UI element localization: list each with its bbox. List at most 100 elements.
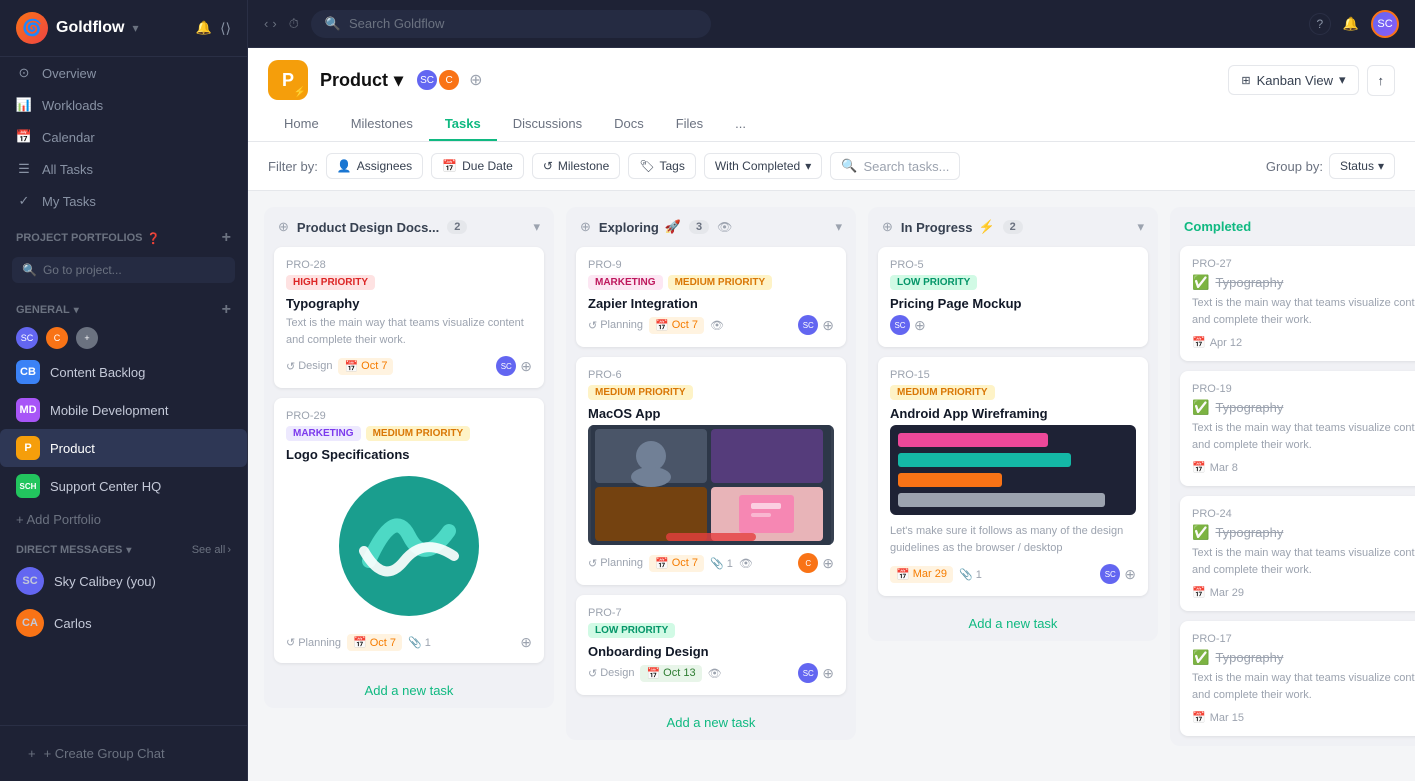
filter-assignees-btn[interactable]: 👤 Assignees bbox=[326, 153, 423, 179]
forward-btn[interactable]: › bbox=[272, 16, 276, 31]
column-completed: Completed PRO-27 ✅ Typography Text is th… bbox=[1170, 207, 1415, 746]
task-chart-pro15 bbox=[890, 425, 1136, 515]
task-card-pro15[interactable]: PRO-15 MEDIUM PRIORITY Android App Wiref… bbox=[878, 357, 1148, 596]
filter-completed-btn[interactable]: With Completed ▾ bbox=[704, 153, 822, 179]
task-card-pro29[interactable]: PRO-29 MARKETING MEDIUM PRIORITY Logo Sp… bbox=[274, 398, 544, 663]
tab-files[interactable]: Files bbox=[660, 108, 719, 141]
add-assignee-pro5[interactable]: ⊕ bbox=[914, 317, 926, 334]
general-avatar-add[interactable]: + bbox=[76, 327, 98, 349]
search-icon: 🔍 bbox=[22, 263, 37, 277]
completed-footer-24: 📅 Mar 29 bbox=[1192, 586, 1415, 599]
overview-icon: ⊙ bbox=[16, 65, 32, 81]
add-task-btn-col2[interactable]: Add a new task bbox=[868, 606, 1158, 641]
footer-avatars-pro9: SC ⊕ bbox=[798, 315, 834, 335]
collapse-icon[interactable]: ⟨⟩ bbox=[220, 20, 231, 37]
task-card-pro7[interactable]: PRO-7 LOW PRIORITY Onboarding Design ↺ D… bbox=[576, 595, 846, 695]
add-assignee-icon[interactable]: ⊕ bbox=[520, 358, 532, 375]
sidebar-item-all-tasks[interactable]: ☰ All Tasks bbox=[0, 153, 247, 185]
tab-tasks[interactable]: Tasks bbox=[429, 108, 497, 141]
sidebar-item-content-backlog[interactable]: CB Content Backlog bbox=[0, 353, 247, 391]
dm-item-sky[interactable]: SC Sky Calibey (you) bbox=[0, 560, 247, 602]
completed-footer-27: 📅 Apr 12 bbox=[1192, 336, 1415, 349]
my-tasks-icon: ✓ bbox=[16, 193, 32, 209]
person-plus-icon-2[interactable]: ⊕ bbox=[580, 219, 591, 235]
completed-card-pro19[interactable]: PRO-19 ✅ Typography Text is the main way… bbox=[1180, 371, 1415, 486]
add-assignee-pro15[interactable]: ⊕ bbox=[1124, 566, 1136, 583]
person-plus-icon-3[interactable]: ⊕ bbox=[882, 219, 893, 235]
person-plus-icon[interactable]: ⊕ bbox=[278, 219, 289, 235]
sidebar-item-calendar[interactable]: 📅 Calendar bbox=[0, 121, 247, 153]
kanban-icon: ⊞ bbox=[1241, 74, 1250, 87]
section-project-portfolios: PROJECT PORTFOLIOS ❓ + bbox=[0, 217, 247, 251]
filter-tags-btn[interactable]: 🏷 Tags bbox=[628, 153, 696, 179]
sidebar-item-support-center[interactable]: SCH Support Center HQ bbox=[0, 467, 247, 505]
sidebar-item-product[interactable]: P Product bbox=[0, 429, 247, 467]
project-tabs: Home Milestones Tasks Discussions Docs F… bbox=[268, 108, 1395, 141]
project-search[interactable]: 🔍 Go to project... bbox=[12, 257, 235, 283]
completed-card-pro17[interactable]: PRO-17 ✅ Typography Text is the main way… bbox=[1180, 621, 1415, 736]
tab-discussions[interactable]: Discussions bbox=[497, 108, 598, 141]
task-card-pro28[interactable]: PRO-28 HIGH PRIORITY Typography Text is … bbox=[274, 247, 544, 388]
task-title-pro7: Onboarding Design bbox=[588, 644, 834, 659]
add-assignee-pro9[interactable]: ⊕ bbox=[822, 317, 834, 334]
tab-milestones[interactable]: Milestones bbox=[335, 108, 429, 141]
filter-due-date-btn[interactable]: 📅 Due Date bbox=[431, 153, 524, 179]
assignee-pro15: SC bbox=[1100, 564, 1120, 584]
milestone-link-pro9: ↺ Planning bbox=[588, 319, 643, 332]
search-tasks-input[interactable]: 🔍 Search tasks... bbox=[830, 152, 960, 180]
add-portfolio-icon[interactable]: + bbox=[222, 229, 231, 247]
workloads-icon: 📊 bbox=[16, 97, 32, 113]
tab-more[interactable]: ... bbox=[719, 108, 762, 141]
add-assignee-pro6[interactable]: ⊕ bbox=[822, 555, 834, 572]
share-btn[interactable]: ↑ bbox=[1367, 65, 1396, 96]
add-general-icon[interactable]: + bbox=[222, 301, 231, 319]
bell-icon[interactable]: 🔔 bbox=[196, 20, 212, 37]
tab-docs[interactable]: Docs bbox=[598, 108, 660, 141]
sidebar-item-overview[interactable]: ⊙ Overview bbox=[0, 57, 247, 89]
task-card-pro6[interactable]: PRO-6 MEDIUM PRIORITY MacOS App bbox=[576, 357, 846, 585]
group-by-select[interactable]: Status ▾ bbox=[1329, 153, 1395, 179]
global-search[interactable]: 🔍 Search Goldflow bbox=[311, 10, 711, 38]
col-collapse-icon-3[interactable]: ▾ bbox=[1137, 219, 1144, 235]
project-dropdown-icon[interactable]: ▾ bbox=[394, 70, 403, 91]
help-icon[interactable]: ❓ bbox=[147, 232, 161, 245]
lightning-col-icon: ⚡ bbox=[978, 219, 994, 235]
add-task-btn-col0[interactable]: Add a new task bbox=[264, 673, 554, 708]
dm-item-carlos[interactable]: CA Carlos bbox=[0, 602, 247, 644]
completed-card-pro24[interactable]: PRO-24 ✅ Typography Text is the main way… bbox=[1180, 496, 1415, 611]
col-collapse-icon-2[interactable]: ▾ bbox=[835, 219, 842, 235]
task-footer-pro15: 📅 Mar 29 📎 1 SC ⊕ bbox=[890, 564, 1136, 584]
history-icon[interactable]: ⏱ bbox=[289, 16, 299, 32]
col-collapse-icon[interactable]: ▾ bbox=[533, 219, 540, 235]
task-card-pro9[interactable]: PRO-9 MARKETING MEDIUM PRIORITY Zapier I… bbox=[576, 247, 846, 347]
add-assignee-icon-2[interactable]: ⊕ bbox=[520, 634, 532, 651]
header-right: ⊞ Kanban View ▾ ↑ bbox=[1228, 65, 1395, 96]
task-tags-pro15: MEDIUM PRIORITY bbox=[890, 385, 1136, 400]
completed-card-pro27[interactable]: PRO-27 ✅ Typography Text is the main way… bbox=[1180, 246, 1415, 361]
filter-milestone-btn[interactable]: ↺ Milestone bbox=[532, 153, 620, 179]
group-by-chevron: ▾ bbox=[1378, 159, 1384, 173]
add-member-btn[interactable]: ⊕ bbox=[469, 70, 482, 90]
task-card-pro5[interactable]: PRO-5 LOW PRIORITY Pricing Page Mockup S… bbox=[878, 247, 1148, 347]
kanban-view-btn[interactable]: ⊞ Kanban View ▾ bbox=[1228, 65, 1358, 95]
sidebar-item-my-tasks[interactable]: ✓ My Tasks bbox=[0, 185, 247, 217]
user-avatar[interactable]: SC bbox=[1371, 10, 1399, 38]
search-tasks-icon: 🔍 bbox=[841, 158, 857, 174]
add-task-btn-col1[interactable]: Add a new task bbox=[566, 705, 856, 740]
add-portfolio-btn[interactable]: + Add Portfolio bbox=[0, 505, 247, 534]
see-all-link[interactable]: See all › bbox=[192, 544, 231, 556]
task-tags-pro28: HIGH PRIORITY bbox=[286, 275, 532, 290]
create-group-chat-btn[interactable]: + + Create Group Chat bbox=[16, 738, 231, 769]
add-assignee-pro7[interactable]: ⊕ bbox=[822, 665, 834, 682]
dropdown-arrow[interactable]: ▾ bbox=[132, 21, 138, 35]
project-header: P ⚡ Product ▾ SC C ⊕ ⊞ Kanban View ▾ ↑ bbox=[248, 48, 1415, 142]
sidebar-item-workloads[interactable]: 📊 Workloads bbox=[0, 89, 247, 121]
help-btn[interactable]: ? bbox=[1309, 13, 1331, 35]
task-id-pro9: PRO-9 bbox=[588, 259, 834, 271]
tab-home[interactable]: Home bbox=[268, 108, 335, 141]
back-btn[interactable]: ‹ bbox=[264, 16, 268, 31]
general-chevron[interactable]: ▾ bbox=[74, 305, 79, 316]
sidebar-item-mobile-development[interactable]: MD Mobile Development bbox=[0, 391, 247, 429]
notification-btn[interactable]: 🔔 bbox=[1343, 16, 1359, 32]
dm-chevron[interactable]: ▾ bbox=[126, 545, 131, 556]
